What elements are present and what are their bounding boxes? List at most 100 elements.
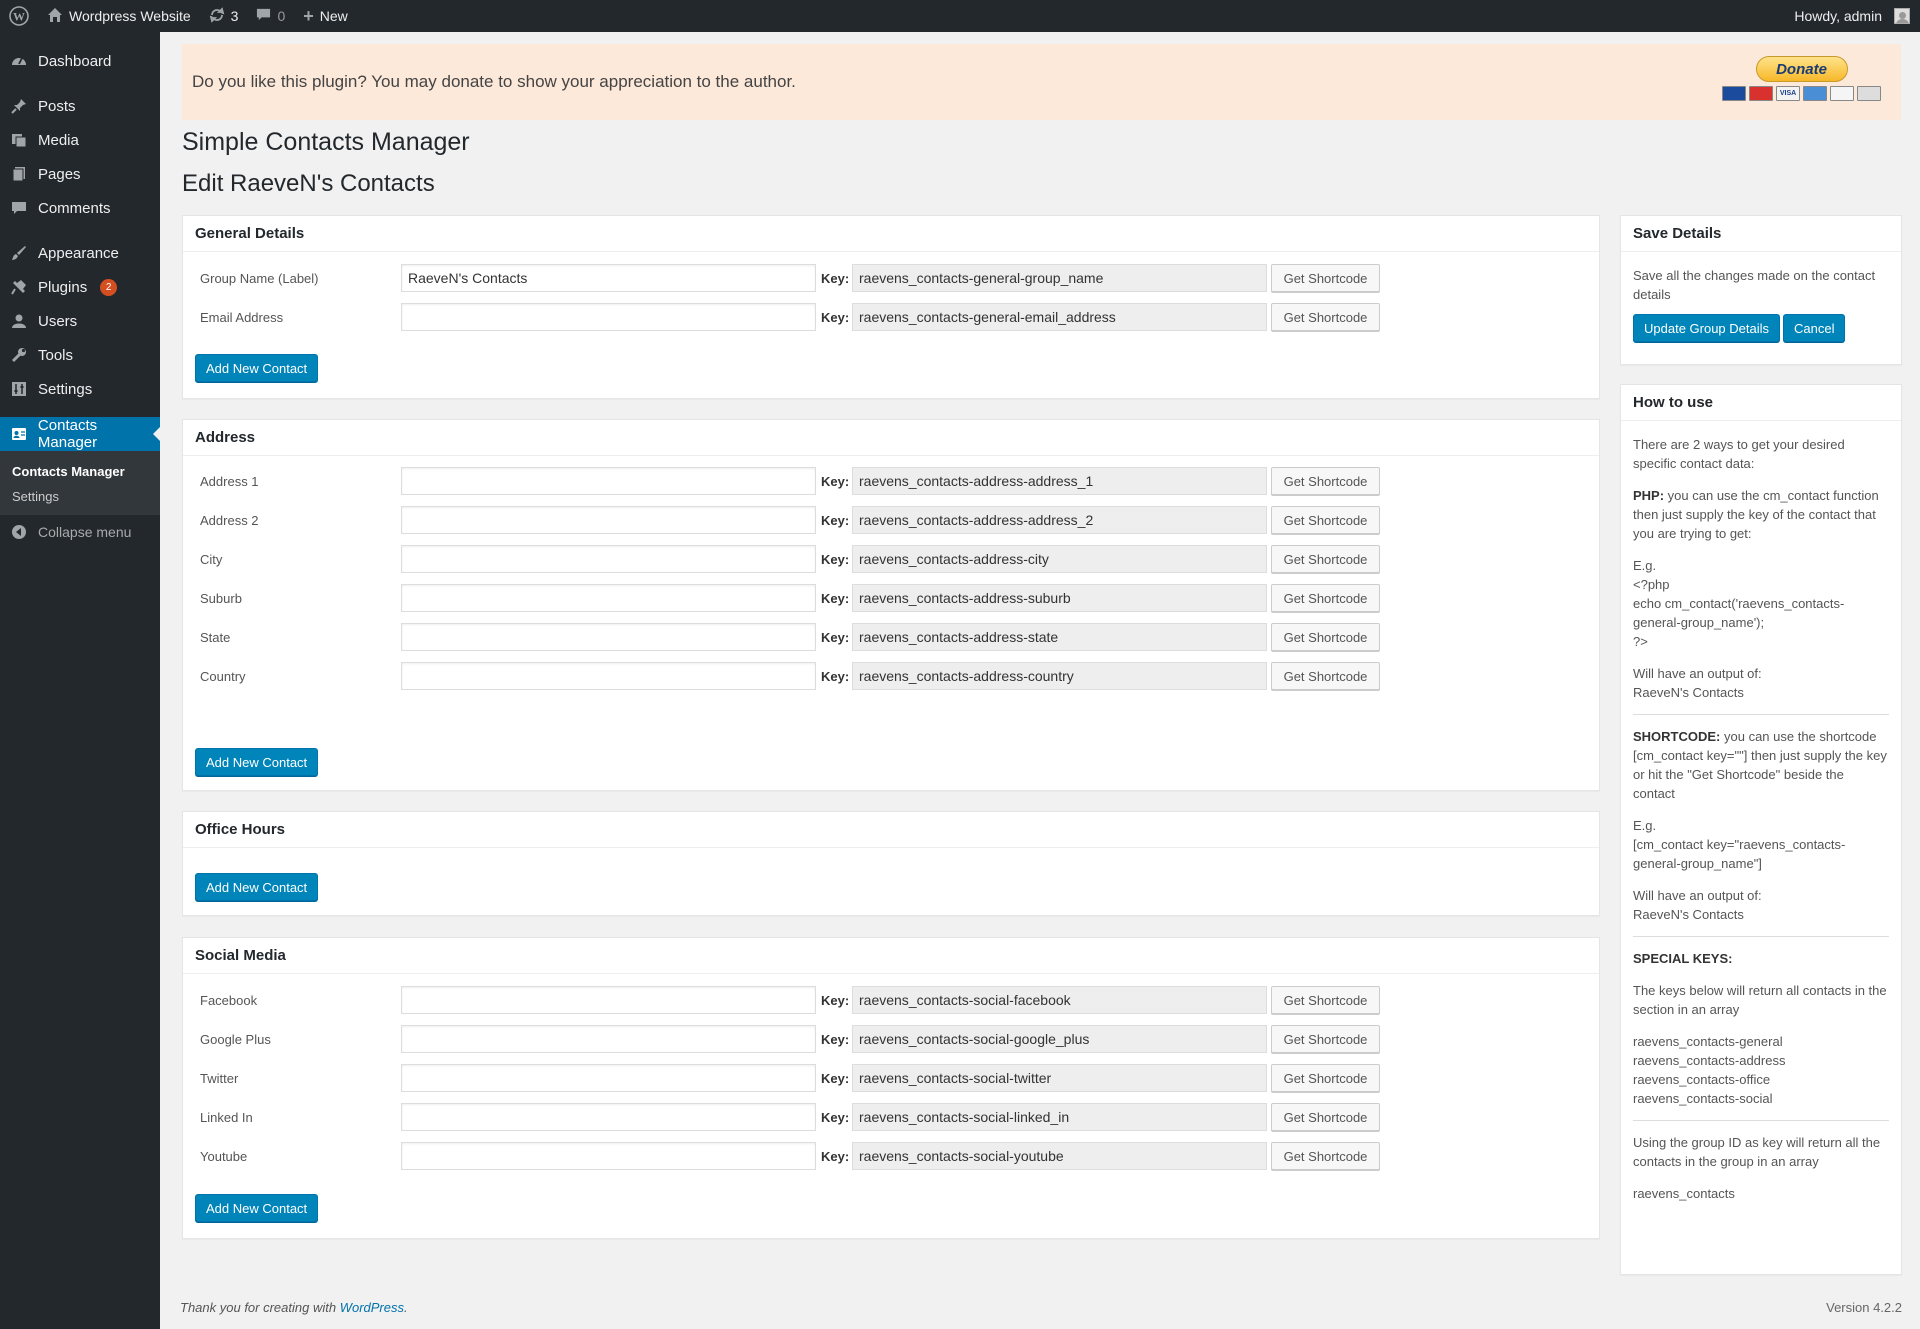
add-new-contact-button[interactable]: Add New Contact	[195, 1194, 319, 1222]
account-menu[interactable]: Howdy, admin	[1785, 0, 1920, 32]
sidebar-item-users[interactable]: Users	[0, 304, 160, 338]
row-label: Linked In	[200, 1110, 253, 1125]
dashboard-icon	[10, 52, 28, 70]
contacts-icon	[10, 425, 28, 443]
key-label: Key:	[821, 669, 850, 684]
page-subtitle: Edit RaeveN's Contacts	[182, 170, 435, 197]
sidebar-item-settings[interactable]: Settings	[0, 372, 160, 406]
shortcode-output-label: Will have an output of:	[1633, 888, 1762, 903]
php-code-echo: echo cm_contact('raevens_contacts-genera…	[1633, 596, 1845, 630]
get-shortcode-button[interactable]: Get Shortcode	[1271, 545, 1380, 573]
php-text: you can use the cm_contact function then…	[1633, 488, 1879, 541]
pages-icon	[10, 165, 28, 183]
key-field[interactable]: raevens_contacts-social-google_plus	[852, 1025, 1267, 1053]
contact-row: Linked In Key: raevens_contacts-social-l…	[183, 1103, 1383, 1133]
email-address-input[interactable]	[401, 303, 816, 331]
sidebar-item-pages[interactable]: Pages	[0, 157, 160, 191]
key-field[interactable]: raevens_contacts-address-country	[852, 662, 1267, 690]
get-shortcode-button[interactable]: Get Shortcode	[1271, 467, 1380, 495]
key-label: Key:	[821, 474, 850, 489]
wordpress-logo-icon[interactable]: W	[0, 0, 38, 32]
get-shortcode-button[interactable]: Get Shortcode	[1271, 506, 1380, 534]
sidebar-item-comments[interactable]: Comments	[0, 191, 160, 225]
address-2-input[interactable]	[401, 506, 816, 534]
contact-row: City Key: raevens_contacts-address-city …	[183, 545, 1383, 575]
key-field[interactable]: raevens_contacts-general-group_name	[852, 264, 1267, 292]
donate-widget: Donate VISA	[1722, 56, 1881, 101]
row-label: Group Name (Label)	[200, 271, 319, 286]
submenu-contacts-manager[interactable]: Contacts Manager	[0, 459, 160, 484]
get-shortcode-button[interactable]: Get Shortcode	[1271, 1025, 1380, 1053]
key-field[interactable]: raevens_contacts-social-youtube	[852, 1142, 1267, 1170]
special-key: raevens_contacts-general	[1633, 1034, 1783, 1049]
key-field[interactable]: raevens_contacts-address-address_1	[852, 467, 1267, 495]
how-to-use-box: How to use There are 2 ways to get your …	[1620, 384, 1902, 1275]
collapse-icon	[10, 523, 28, 541]
get-shortcode-button[interactable]: Get Shortcode	[1271, 662, 1380, 690]
sidebar-item-label: Dashboard	[38, 52, 112, 70]
country-input[interactable]	[401, 662, 816, 690]
comments-link[interactable]: 0	[247, 0, 294, 32]
admin-bar: W Wordpress Website 3 0 + New Howdy, adm…	[0, 0, 1920, 32]
add-new-contact-button[interactable]: Add New Contact	[195, 354, 319, 382]
get-shortcode-button[interactable]: Get Shortcode	[1271, 1103, 1380, 1131]
sidebar-item-posts[interactable]: Posts	[0, 89, 160, 123]
collapse-menu-button[interactable]: Collapse menu	[0, 515, 160, 549]
facebook-input[interactable]	[401, 986, 816, 1014]
key-field[interactable]: raevens_contacts-address-city	[852, 545, 1267, 573]
key-field[interactable]: raevens_contacts-social-facebook	[852, 986, 1267, 1014]
donate-button[interactable]: Donate	[1755, 56, 1848, 82]
key-field[interactable]: raevens_contacts-social-twitter	[852, 1064, 1267, 1092]
sidebar-item-tools[interactable]: Tools	[0, 338, 160, 372]
add-new-contact-button[interactable]: Add New Contact	[195, 748, 319, 776]
twitter-input[interactable]	[401, 1064, 816, 1092]
cancel-button[interactable]: Cancel	[1783, 314, 1846, 342]
group-key-text: Using the group ID as key will return al…	[1633, 1135, 1881, 1169]
key-field[interactable]: raevens_contacts-social-linked_in	[852, 1103, 1267, 1131]
get-shortcode-button[interactable]: Get Shortcode	[1271, 303, 1380, 331]
suburb-input[interactable]	[401, 584, 816, 612]
add-new-contact-button[interactable]: Add New Contact	[195, 873, 319, 901]
youtube-input[interactable]	[401, 1142, 816, 1170]
get-shortcode-button[interactable]: Get Shortcode	[1271, 623, 1380, 651]
updates-link[interactable]: 3	[200, 0, 248, 32]
footer-thanks: Thank you for creating with	[180, 1300, 340, 1315]
save-details-title: Save Details	[1621, 216, 1901, 252]
key-field[interactable]: raevens_contacts-address-address_2	[852, 506, 1267, 534]
contact-row-email: Email Address Key: raevens_contacts-gene…	[183, 303, 1383, 333]
contact-row: Address 2 Key: raevens_contacts-address-…	[183, 506, 1383, 536]
sidebar-item-contacts-manager[interactable]: Contacts Manager	[0, 417, 161, 451]
google-plus-input[interactable]	[401, 1025, 816, 1053]
key-field[interactable]: raevens_contacts-address-suburb	[852, 584, 1267, 612]
address-1-input[interactable]	[401, 467, 816, 495]
address-title: Address	[183, 420, 1599, 456]
update-group-details-button[interactable]: Update Group Details	[1633, 314, 1781, 342]
sidebar-item-plugins[interactable]: Plugins 2	[0, 270, 160, 304]
city-input[interactable]	[401, 545, 816, 573]
get-shortcode-button[interactable]: Get Shortcode	[1271, 986, 1380, 1014]
get-shortcode-button[interactable]: Get Shortcode	[1271, 584, 1380, 612]
key-label: Key:	[821, 1032, 850, 1047]
get-shortcode-button[interactable]: Get Shortcode	[1271, 1064, 1380, 1092]
get-shortcode-button[interactable]: Get Shortcode	[1271, 1142, 1380, 1170]
row-label: Email Address	[200, 310, 284, 325]
linked-in-input[interactable]	[401, 1103, 816, 1131]
office-hours-title: Office Hours	[183, 812, 1599, 848]
site-name-link[interactable]: Wordpress Website	[38, 0, 200, 32]
sidebar-item-media[interactable]: Media	[0, 123, 160, 157]
state-input[interactable]	[401, 623, 816, 651]
contact-row: Twitter Key: raevens_contacts-social-twi…	[183, 1064, 1383, 1094]
get-shortcode-button[interactable]: Get Shortcode	[1271, 264, 1380, 292]
wrench-icon	[10, 346, 28, 364]
divider	[1633, 714, 1889, 715]
new-content-link[interactable]: + New	[294, 0, 357, 32]
wordpress-link[interactable]: WordPress	[340, 1300, 404, 1315]
key-field[interactable]: raevens_contacts-general-email_address	[852, 303, 1267, 331]
submenu-settings[interactable]: Settings	[0, 484, 160, 509]
key-field[interactable]: raevens_contacts-address-state	[852, 623, 1267, 651]
sidebar-item-appearance[interactable]: Appearance	[0, 236, 160, 270]
row-label: Address 2	[200, 513, 259, 528]
avatar	[1894, 8, 1910, 24]
group-name-input[interactable]	[401, 264, 816, 292]
sidebar-item-dashboard[interactable]: Dashboard	[0, 44, 160, 78]
